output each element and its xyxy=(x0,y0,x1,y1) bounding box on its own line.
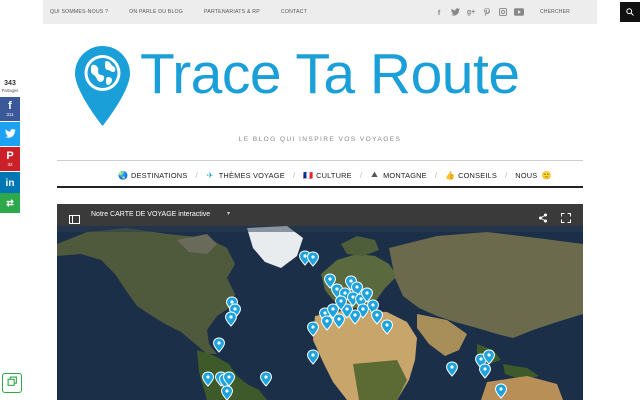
floating-widget-button[interactable] xyxy=(2,373,22,393)
top-nav-qui-sommes-nous[interactable]: QUI SOMMES-NOUS ? xyxy=(50,9,108,15)
map-marker[interactable] xyxy=(321,315,333,331)
map-title[interactable]: Notre CARTE DE VOYAGE interactive xyxy=(91,211,210,218)
nav-separator: / xyxy=(359,170,363,180)
share-more-icon: ⇄ xyxy=(6,197,14,208)
map-marker[interactable] xyxy=(371,309,383,325)
nav-item-label: MONTAGNE xyxy=(383,170,427,180)
facebook-icon: f xyxy=(8,99,12,112)
map-marker[interactable] xyxy=(307,349,319,365)
top-nav-contact[interactable]: CONTACT xyxy=(281,9,307,15)
mountain-icon: ⛰ xyxy=(371,170,379,179)
nav-separator: / xyxy=(505,170,508,180)
nav-item-label: CONSEILS xyxy=(458,170,498,180)
facebook-icon[interactable]: f xyxy=(434,7,444,17)
travel-map[interactable]: Notre CARTE DE VOYAGE interactive ▾ xyxy=(57,204,583,400)
share-more-button[interactable]: ⇄ xyxy=(0,193,20,213)
nav-item-label: DESTINATIONS xyxy=(131,170,188,180)
map-marker[interactable] xyxy=(307,251,319,267)
flag-icon: 🇫🇷 xyxy=(303,170,314,180)
top-nav-on-parle-du-blog[interactable]: ON PARLE DU BLOG xyxy=(129,9,183,15)
fullscreen-icon[interactable] xyxy=(561,210,571,228)
share-facebook-button[interactable]: f 311 xyxy=(0,97,20,121)
map-panel-icon[interactable] xyxy=(69,211,80,229)
nav-item-label: CULTURE xyxy=(316,170,352,180)
nav-item-label: THÈMES VOYAGE xyxy=(218,170,285,180)
map-marker[interactable] xyxy=(381,319,393,335)
map-marker[interactable] xyxy=(307,321,319,337)
top-bar: QUI SOMMES-NOUS ? ON PARLE DU BLOG PARTE… xyxy=(43,0,640,24)
share-label: Partages xyxy=(1,88,19,93)
globe-icon: 🌏 xyxy=(118,170,129,180)
google-plus-icon[interactable]: g+ xyxy=(466,7,476,17)
map-header: Notre CARTE DE VOYAGE interactive ▾ xyxy=(57,204,583,226)
nav-item-conseils[interactable]: 👍 CONSEILS xyxy=(445,171,497,180)
copy-icon xyxy=(7,374,18,392)
map-marker[interactable] xyxy=(202,371,214,387)
nav-item-destinations[interactable]: 🌏 DESTINATIONS xyxy=(118,171,187,180)
map-marker[interactable] xyxy=(260,371,272,387)
nav-separator: / xyxy=(292,170,296,180)
nav-item-montagne[interactable]: ⛰ MONTAGNE xyxy=(370,170,427,180)
pinterest-icon: P xyxy=(6,149,14,162)
pinterest-icon[interactable] xyxy=(482,7,492,17)
instagram-icon[interactable] xyxy=(498,7,508,17)
share-facebook-count: 311 xyxy=(6,111,14,117)
social-links: f g+ xyxy=(434,0,530,24)
nav-item-culture[interactable]: 🇫🇷 CULTURE xyxy=(303,171,352,180)
map-markers xyxy=(202,250,507,400)
map-marker[interactable] xyxy=(221,385,233,400)
nav-separator: / xyxy=(195,170,198,180)
top-nav: QUI SOMMES-NOUS ? ON PARLE DU BLOG PARTE… xyxy=(50,0,328,24)
nav-item-nous[interactable]: NOUS 🙂 xyxy=(515,170,552,180)
nav-divider-top xyxy=(57,160,583,161)
logo-pin-icon[interactable] xyxy=(75,46,130,131)
search-button[interactable] xyxy=(620,2,640,22)
youtube-icon[interactable] xyxy=(514,7,524,17)
smiley-icon: 🙂 xyxy=(541,170,552,180)
nav-separator: / xyxy=(434,170,438,180)
map-marker[interactable] xyxy=(479,363,491,379)
share-pinterest-button[interactable]: P 32 xyxy=(0,147,20,171)
nav-item-label: NOUS xyxy=(515,170,538,180)
search-label[interactable]: CHERCHER xyxy=(540,9,570,15)
map-marker[interactable] xyxy=(225,311,237,327)
map-marker[interactable] xyxy=(213,337,225,353)
site-title[interactable]: Trace Ta Route xyxy=(140,46,520,103)
map-marker[interactable] xyxy=(446,361,458,377)
thumbs-up-icon: 👍 xyxy=(445,170,456,180)
twitter-icon[interactable] xyxy=(450,7,460,17)
share-total: 343 xyxy=(4,80,16,87)
nav-divider-bottom xyxy=(57,186,583,188)
airplane-icon: ✈ xyxy=(206,170,214,180)
linkedin-icon: in xyxy=(5,178,15,189)
map-marker[interactable] xyxy=(495,383,507,399)
share-icon[interactable] xyxy=(538,210,548,228)
site-tagline: LE BLOG QUI INSPIRE VOS VOYAGES xyxy=(238,136,402,143)
top-nav-partenariats[interactable]: PARTENARIATS & RP xyxy=(204,9,260,15)
info-icon[interactable]: ▾ xyxy=(227,210,230,217)
page: QUI SOMMES-NOUS ? ON PARLE DU BLOG PARTE… xyxy=(0,0,640,400)
main-nav: 🌏 DESTINATIONS / ✈ THÈMES VOYAGE / 🇫🇷 CU… xyxy=(118,168,552,182)
share-pinterest-count: 32 xyxy=(7,161,13,167)
search-icon xyxy=(626,3,634,21)
nav-item-themes-voyage[interactable]: ✈ THÈMES VOYAGE xyxy=(206,171,285,180)
